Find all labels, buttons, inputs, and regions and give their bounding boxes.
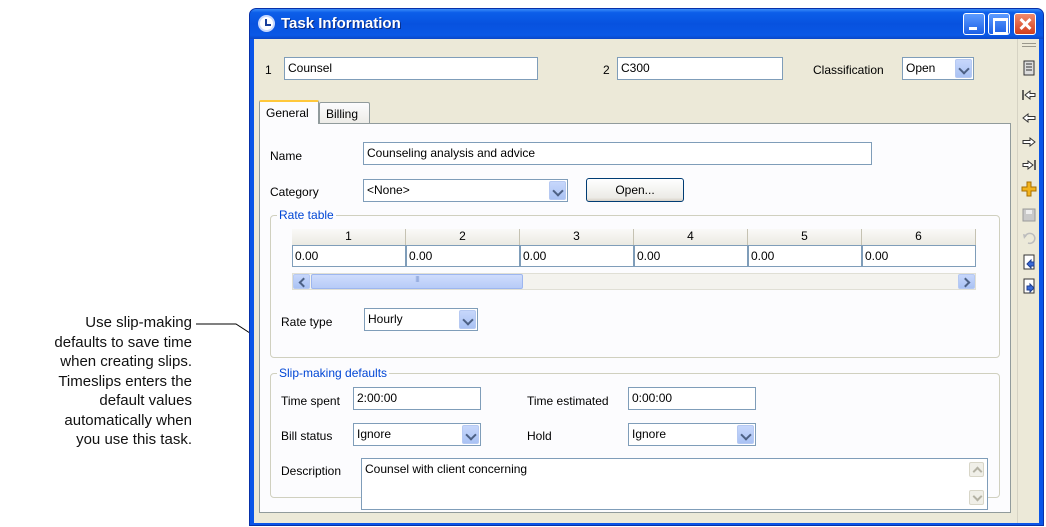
save-icon[interactable] bbox=[1021, 207, 1037, 223]
task-information-window: Task Information 1 Counsel 2 C300 Classi… bbox=[249, 8, 1044, 526]
open-category-button[interactable]: Open... bbox=[586, 178, 684, 202]
description-label: Description bbox=[281, 464, 342, 478]
next-record-icon[interactable] bbox=[1021, 134, 1037, 150]
chevron-down-icon[interactable] bbox=[459, 310, 476, 329]
classification-select[interactable]: Open bbox=[902, 57, 974, 80]
minimize-button[interactable] bbox=[963, 13, 985, 35]
chevron-down-icon[interactable] bbox=[737, 425, 754, 444]
window-client-area: 1 Counsel 2 C300 Classification Open Gen… bbox=[254, 39, 1039, 523]
scrollbar-thumb[interactable] bbox=[311, 274, 523, 289]
category-label: Category bbox=[270, 185, 319, 199]
name-field[interactable]: Counseling analysis and advice bbox=[363, 142, 872, 165]
rate-col-header: 4 bbox=[634, 229, 748, 245]
callout-line: automatically when bbox=[64, 411, 192, 429]
scroll-down-icon[interactable] bbox=[969, 490, 984, 505]
general-tab-page: Name Counseling analysis and advice Cate… bbox=[259, 123, 1011, 513]
classification-value: Open bbox=[906, 61, 936, 75]
title-bar[interactable]: Task Information bbox=[250, 9, 1043, 39]
slip-defaults-title: Slip-making defaults bbox=[277, 366, 390, 380]
scroll-right-icon[interactable] bbox=[958, 274, 975, 289]
rate-cell[interactable]: 0.00 bbox=[862, 245, 976, 267]
callout-line: default values bbox=[99, 392, 192, 409]
hold-label: Hold bbox=[527, 429, 552, 443]
rate-type-label: Rate type bbox=[281, 315, 333, 329]
rate-cell[interactable]: 0.00 bbox=[520, 245, 634, 267]
rate-table-title: Rate table bbox=[277, 208, 336, 222]
description-value: Counsel with client concerning bbox=[365, 462, 528, 476]
rate-col-header: 5 bbox=[748, 229, 862, 245]
callout-line: Use slip-making bbox=[85, 314, 192, 331]
notes-icon[interactable] bbox=[1021, 60, 1037, 76]
clock-icon bbox=[258, 15, 275, 32]
rate-cell[interactable]: 0.00 bbox=[634, 245, 748, 267]
scroll-up-icon[interactable] bbox=[969, 462, 984, 477]
time-spent-field[interactable]: 2:00:00 bbox=[353, 387, 481, 410]
rate-col-header: 1 bbox=[292, 229, 406, 245]
export-icon[interactable] bbox=[1021, 254, 1037, 270]
time-estimated-label: Time estimated bbox=[527, 394, 609, 408]
callout-line: when creating slips. bbox=[60, 353, 192, 370]
close-button[interactable] bbox=[1014, 13, 1036, 35]
maximize-button[interactable] bbox=[988, 13, 1010, 35]
time-spent-label: Time spent bbox=[281, 394, 340, 408]
first-record-icon[interactable] bbox=[1021, 87, 1037, 103]
rate-type-select[interactable]: Hourly bbox=[364, 308, 478, 331]
import-icon[interactable] bbox=[1021, 278, 1037, 294]
time-estimated-field[interactable]: 0:00:00 bbox=[628, 387, 756, 410]
tab-general[interactable]: General bbox=[259, 100, 319, 124]
bill-status-select[interactable]: Ignore bbox=[353, 423, 481, 446]
rate-col-header: 3 bbox=[520, 229, 634, 245]
field2-label: 2 bbox=[603, 63, 610, 77]
rate-table-scrollbar[interactable] bbox=[292, 273, 976, 290]
field1-label: 1 bbox=[265, 63, 272, 77]
last-record-icon[interactable] bbox=[1021, 157, 1037, 173]
new-record-icon[interactable] bbox=[1021, 181, 1037, 197]
bill-status-value: Ignore bbox=[357, 427, 392, 441]
tab-billing[interactable]: Billing bbox=[319, 102, 370, 124]
task-code-field[interactable]: C300 bbox=[617, 57, 783, 80]
rate-type-value: Hourly bbox=[368, 312, 403, 326]
callout-line: you use this task. bbox=[76, 431, 192, 448]
category-select[interactable]: <None> bbox=[363, 179, 568, 202]
category-value: <None> bbox=[367, 183, 410, 197]
rate-col-header: 2 bbox=[406, 229, 520, 245]
record-toolbar bbox=[1017, 39, 1039, 523]
task-id-field[interactable]: Counsel bbox=[284, 57, 538, 80]
scroll-left-icon[interactable] bbox=[293, 274, 310, 289]
previous-record-icon[interactable] bbox=[1021, 110, 1037, 126]
rate-col-header: 6 bbox=[862, 229, 976, 245]
rate-cell[interactable]: 0.00 bbox=[406, 245, 520, 267]
description-field[interactable]: Counsel with client concerning bbox=[361, 458, 988, 510]
callout-line: defaults to save time bbox=[54, 333, 192, 351]
callout-line: Timeslips enters the bbox=[58, 372, 192, 390]
slip-defaults-group: Slip-making defaults Time spent 2:00:00 … bbox=[270, 366, 1000, 510]
rate-cell[interactable]: 0.00 bbox=[292, 245, 406, 267]
callout-text: Use slip-making defaults to save time wh… bbox=[0, 313, 192, 450]
bill-status-label: Bill status bbox=[281, 429, 333, 443]
undo-icon[interactable] bbox=[1021, 230, 1037, 246]
name-label: Name bbox=[270, 149, 303, 163]
toolbar-grip[interactable] bbox=[1022, 43, 1036, 47]
hold-select[interactable]: Ignore bbox=[628, 423, 756, 446]
hold-value: Ignore bbox=[632, 427, 667, 441]
chevron-down-icon[interactable] bbox=[549, 181, 566, 200]
chevron-down-icon[interactable] bbox=[462, 425, 479, 444]
chevron-down-icon[interactable] bbox=[955, 59, 972, 78]
classification-label: Classification bbox=[813, 63, 884, 77]
window-title: Task Information bbox=[281, 15, 401, 32]
rate-cell[interactable]: 0.00 bbox=[748, 245, 862, 267]
rate-table-group: Rate table 1 2 3 4 5 6 0.00 0.00 0.00 0.… bbox=[270, 208, 1000, 358]
